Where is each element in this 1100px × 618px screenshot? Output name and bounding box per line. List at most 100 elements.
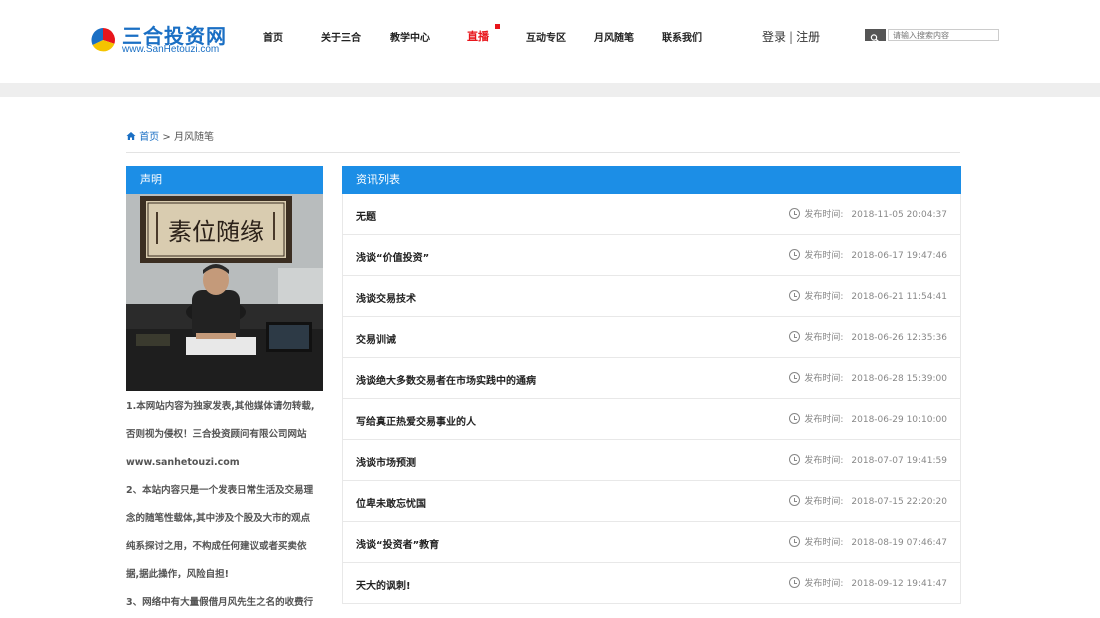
news-item[interactable]: 浅谈交易技术 发布时间: 2018-06-21 11:54:41 [343, 276, 960, 317]
author-photo: 素位随缘 [126, 194, 323, 391]
clock-icon [789, 372, 801, 383]
news-item-title[interactable]: 天大的讽刺! [356, 577, 411, 592]
nav-home[interactable]: 首页 [263, 29, 283, 44]
news-item-meta: 发布时间: 2018-06-26 12:35:36 [789, 330, 947, 343]
clock-icon [789, 413, 801, 424]
svg-text:素位随缘: 素位随缘 [168, 218, 264, 246]
news-item-title[interactable]: 浅谈交易技术 [356, 290, 416, 305]
news-item[interactable]: 交易训诫 发布时间: 2018-06-26 12:35:36 [343, 317, 960, 358]
news-item-meta: 发布时间: 2018-06-17 19:47:46 [789, 248, 947, 261]
clock-icon [789, 495, 801, 506]
clock-icon [789, 454, 801, 465]
disclaimer-line: 念的随笔性载体,其中涉及个股及大市的观点 [126, 513, 311, 524]
nav-contact[interactable]: 联系我们 [662, 29, 702, 44]
live-badge [495, 24, 500, 29]
news-item-date: 2018-06-17 19:47:46 [851, 251, 947, 261]
breadcrumb-home[interactable]: 首页 [139, 132, 159, 143]
disclaimer-line: www.sanhetouzi.com [126, 457, 240, 468]
news-item-title[interactable]: 写给真正热爱交易事业的人 [356, 413, 476, 428]
sidebar: 声明 素位随缘 1.本网站内容为独家发表,其他媒体请勿转载, 否则视为侵权！三合… [126, 166, 323, 617]
date-label: 发布时间: [804, 251, 844, 261]
search-box [865, 29, 999, 43]
disclaimer-line: 纯系探讨之用，不构成任何建议或者买卖依 [126, 541, 307, 552]
news-item-meta: 发布时间: 2018-07-07 19:41:59 [789, 453, 947, 466]
date-label: 发布时间: [804, 374, 844, 384]
search-icon [870, 34, 879, 43]
header-divider-band [0, 83, 1100, 97]
news-item-date: 2018-11-05 20:04:37 [851, 210, 947, 220]
logo-url: www.SanHetouzi.com [122, 44, 220, 55]
news-item-meta: 发布时间: 2018-09-12 19:41:47 [789, 576, 947, 589]
news-item-date: 2018-07-07 19:41:59 [851, 456, 947, 466]
site-header: 三合投资网 www.SanHetouzi.com 首页 关于三合 教学中心 直播… [0, 0, 1100, 83]
news-item[interactable]: 天大的讽刺! 发布时间: 2018-09-12 19:41:47 [343, 563, 960, 604]
date-label: 发布时间: [804, 333, 844, 343]
breadcrumb-divider [126, 152, 960, 153]
site-logo[interactable]: 三合投资网 www.SanHetouzi.com [90, 20, 230, 60]
news-item-date: 2018-06-26 12:35:36 [851, 333, 947, 343]
nav-essays[interactable]: 月风随笔 [594, 29, 634, 44]
news-item-title[interactable]: 浅谈绝大多数交易者在市场实践中的通病 [356, 372, 536, 387]
search-button[interactable] [865, 29, 886, 43]
news-item[interactable]: 位卑未敢忘忧国 发布时间: 2018-07-15 22:20:20 [343, 481, 960, 522]
date-label: 发布时间: [804, 456, 844, 466]
breadcrumb-separator: > [162, 132, 171, 143]
register-link[interactable]: 注册 [796, 30, 820, 44]
disclaimer-line: 据,据此操作，风险自担! [126, 569, 229, 580]
news-item-date: 2018-09-12 19:41:47 [851, 579, 947, 589]
disclaimer-text: 1.本网站内容为独家发表,其他媒体请勿转载, 否则视为侵权！三合投资顾问有限公司… [126, 391, 323, 617]
date-label: 发布时间: [804, 497, 844, 507]
news-item[interactable]: 浅谈市场预测 发布时间: 2018-07-07 19:41:59 [343, 440, 960, 481]
news-item-date: 2018-07-15 22:20:20 [851, 497, 947, 507]
news-item-title[interactable]: 交易训诫 [356, 331, 396, 346]
news-item[interactable]: 无题 发布时间: 2018-11-05 20:04:37 [343, 194, 960, 235]
news-list-title: 资讯列表 [342, 166, 961, 194]
news-item[interactable]: 浅谈绝大多数交易者在市场实践中的通病 发布时间: 2018-06-28 15:39… [343, 358, 960, 399]
news-item-meta: 发布时间: 2018-06-29 10:10:00 [789, 412, 947, 425]
nav-interaction[interactable]: 互动专区 [526, 29, 566, 44]
news-item-date: 2018-06-21 11:54:41 [851, 292, 947, 302]
news-item-meta: 发布时间: 2018-06-21 11:54:41 [789, 289, 947, 302]
news-item-meta: 发布时间: 2018-11-05 20:04:37 [789, 207, 947, 220]
date-label: 发布时间: [804, 415, 844, 425]
date-label: 发布时间: [804, 579, 844, 589]
news-item[interactable]: 浅谈“价值投资” 发布时间: 2018-06-17 19:47:46 [343, 235, 960, 276]
news-item-meta: 发布时间: 2018-07-15 22:20:20 [789, 494, 947, 507]
news-item-title[interactable]: 浅谈“价值投资” [356, 249, 429, 264]
home-icon[interactable] [126, 131, 136, 141]
office-portrait-image: 素位随缘 [126, 194, 323, 391]
news-item-title[interactable]: 浅谈市场预测 [356, 454, 416, 469]
auth-separator: | [789, 30, 794, 44]
search-input[interactable] [888, 29, 999, 41]
auth-links: 登录 | 注册 [762, 28, 820, 45]
breadcrumb-current: 月风随笔 [173, 132, 214, 143]
clock-icon [789, 331, 801, 342]
news-item[interactable]: 浅谈“投资者”教育 发布时间: 2018-08-19 07:46:47 [343, 522, 960, 563]
news-item[interactable]: 写给真正热爱交易事业的人 发布时间: 2018-06-29 10:10:00 [343, 399, 960, 440]
clock-icon [789, 249, 801, 260]
news-item-date: 2018-06-29 10:10:00 [851, 415, 947, 425]
news-section: 资讯列表 无题 发布时间: 2018-11-05 20:04:37 浅谈“价值投资… [342, 166, 961, 604]
disclaimer-line: 1.本网站内容为独家发表,其他媒体请勿转载, [126, 401, 315, 412]
news-item-title[interactable]: 位卑未敢忘忧国 [356, 495, 426, 510]
nav-live[interactable]: 直播 [467, 28, 489, 44]
clock-icon [789, 290, 801, 301]
news-item-date: 2018-06-28 15:39:00 [851, 374, 947, 384]
breadcrumb: 首页 > 月风随笔 [126, 128, 214, 143]
news-list: 无题 发布时间: 2018-11-05 20:04:37 浅谈“价值投资” 发布时… [342, 194, 961, 604]
news-item-title[interactable]: 浅谈“投资者”教育 [356, 536, 439, 551]
news-item-meta: 发布时间: 2018-06-28 15:39:00 [789, 371, 947, 384]
disclaimer-line: 2、本站内容只是一个发表日常生活及交易理 [126, 485, 314, 496]
disclaimer-line: 否则视为侵权！三合投资顾问有限公司网站 [126, 429, 307, 440]
nav-teaching[interactable]: 教学中心 [390, 29, 430, 44]
sidebar-title: 声明 [126, 166, 323, 194]
clock-icon [789, 536, 801, 547]
logo-icon [91, 28, 115, 52]
clock-icon [789, 577, 801, 588]
clock-icon [789, 208, 801, 219]
news-item-title[interactable]: 无题 [356, 208, 376, 223]
date-label: 发布时间: [804, 210, 844, 220]
nav-about[interactable]: 关于三合 [321, 29, 361, 44]
date-label: 发布时间: [804, 538, 844, 548]
login-link[interactable]: 登录 [762, 30, 786, 44]
